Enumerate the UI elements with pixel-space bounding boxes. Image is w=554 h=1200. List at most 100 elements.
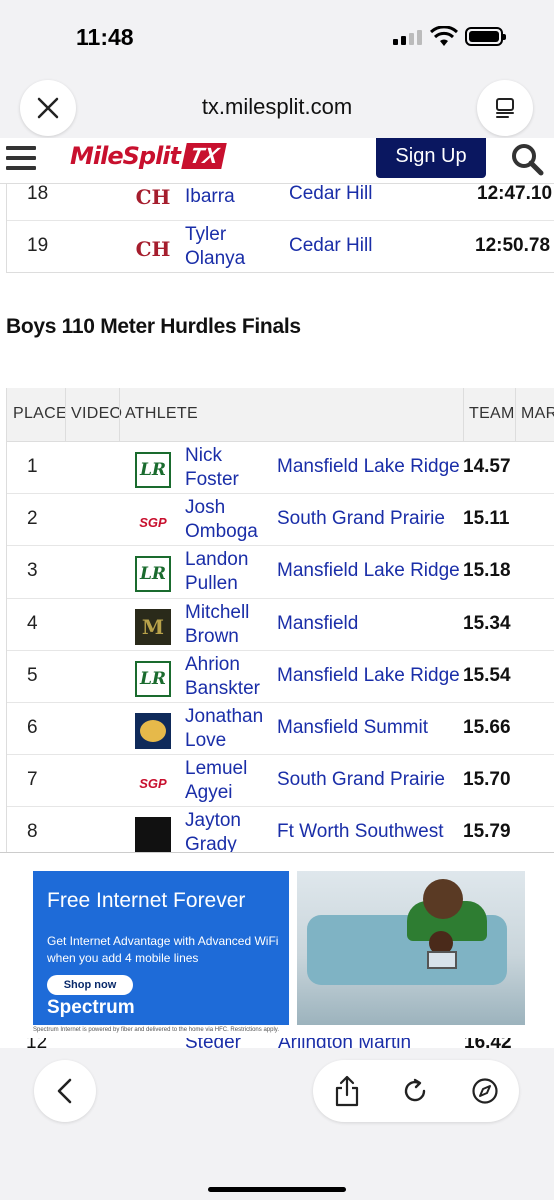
place-cell: 8 — [27, 821, 38, 843]
col-place[interactable]: PLACE — [13, 405, 67, 423]
milesplit-logo[interactable]: MileSplit TX — [70, 142, 227, 170]
team-link[interactable]: Mansfield — [277, 613, 358, 635]
team-link[interactable]: South Grand Prairie — [277, 769, 445, 791]
reload-button[interactable] — [397, 1073, 433, 1109]
event-title: Boys 110 Meter Hurdles Finals — [6, 315, 301, 338]
place-cell: 4 — [27, 612, 38, 634]
ad-footnote: Spectrum Internet is powered by fiber an… — [33, 1027, 280, 1033]
cellular-signal-icon — [393, 30, 422, 45]
share-button[interactable] — [329, 1073, 365, 1109]
athlete-link[interactable]: Jayton Grady — [185, 809, 241, 852]
status-time: 11:48 — [76, 24, 134, 50]
compass-button[interactable] — [467, 1073, 503, 1109]
table-row: 6 Jonathan Love Mansfield Summit 15.66 — [7, 703, 554, 756]
team-logo: CH — [135, 237, 171, 261]
ad-shop-now-button[interactable]: Shop now — [47, 975, 133, 995]
place-cell: 1 — [27, 456, 38, 477]
site-header: MileSplit TX Sign Up — [0, 138, 554, 184]
mark-cell: 12:47.10 — [477, 184, 553, 204]
back-icon — [57, 1078, 72, 1104]
team-link[interactable]: Mansfield Lake Ridge — [277, 560, 460, 582]
athlete-link[interactable]: Ibarra — [185, 185, 235, 209]
mark-cell: 15.54 — [463, 664, 511, 686]
status-bar: 11:48 — [0, 0, 554, 76]
team-logo — [135, 712, 171, 749]
team-logo: SGP — [135, 765, 171, 802]
team-logo: LR — [135, 452, 171, 488]
table-row: 19 CH Tyler Olanya Cedar Hill 12:50.78 — [7, 220, 554, 272]
place-cell: 5 — [27, 664, 38, 686]
athlete-link[interactable]: Landon Pullen — [185, 548, 248, 596]
ad-brand: Spectrum — [47, 997, 135, 1018]
browser-url-bar: tx.milesplit.com — [0, 76, 554, 138]
team-link[interactable]: Cedar Hill — [289, 184, 372, 205]
table-row: 3 LR Landon Pullen Mansfield Lake Ridge 15.18 — [7, 546, 554, 599]
battery-icon — [465, 27, 506, 46]
team-logo: CH — [135, 185, 171, 209]
place-cell: 3 — [27, 560, 38, 582]
logo-state-text: TX — [181, 143, 227, 169]
toolbar-actions — [313, 1060, 519, 1122]
tabs-button[interactable] — [477, 80, 533, 136]
home-indicator — [208, 1187, 346, 1192]
athlete-link[interactable]: Josh Omboga — [185, 496, 258, 544]
logo-main-text: MileSplit — [70, 142, 181, 170]
athlete-link[interactable]: Lemuel Agyei — [185, 757, 247, 805]
ad-photo[interactable] — [297, 871, 525, 1025]
mark-cell: 15.66 — [463, 716, 511, 738]
ad-subtext: Get Internet Advantage with Advanced WiF… — [47, 934, 279, 965]
results-table: PLACE VIDEO ATHLETE TEAM MAR 1 LR Nick Fost… — [6, 388, 554, 852]
ad-headline: Free Internet Forever — [47, 889, 246, 912]
table-row: 8 Jayton Grady Ft Worth Southwest 15.79 — [7, 807, 554, 852]
previous-results-table: 18 CH Ibarra Cedar Hill 12:47.10 19 CH T… — [6, 184, 554, 273]
mark-cell: 15.79 — [463, 821, 511, 843]
table-row: 7 SGP Lemuel Agyei South Grand Prairie 15.70 — [7, 755, 554, 808]
place-cell: 2 — [27, 508, 38, 530]
team-link[interactable]: Mansfield Summit — [277, 717, 428, 739]
share-icon — [335, 1075, 359, 1107]
mark-cell: 15.11 — [463, 508, 510, 530]
team-logo: M — [135, 608, 171, 645]
place-cell: 7 — [27, 769, 38, 791]
hamburger-icon[interactable] — [6, 146, 36, 176]
reload-icon — [404, 1078, 426, 1102]
tabs-icon — [496, 98, 514, 118]
athlete-link[interactable]: Mitchell Brown — [185, 601, 249, 649]
team-logo — [135, 817, 171, 852]
athlete-link[interactable]: Jonathan Love — [185, 705, 263, 753]
athlete-link[interactable]: Ahrion Banskter — [185, 653, 260, 701]
col-team[interactable]: TEAM — [469, 405, 515, 423]
wifi-icon — [430, 26, 458, 46]
table-row: 18 CH Ibarra Cedar Hill 12:47.10 — [7, 184, 554, 220]
mark-cell: 15.34 — [463, 612, 511, 634]
team-link[interactable]: Ft Worth Southwest — [277, 821, 444, 843]
ad-banner[interactable]: Free Internet Forever Get Internet Advan… — [33, 871, 289, 1025]
mark-cell: 14.57 — [463, 456, 511, 477]
table-row: 5 LR Ahrion Banskter Mansfield Lake Ridge 15.… — [7, 651, 554, 703]
team-logo: SGP — [135, 504, 171, 541]
col-athlete[interactable]: ATHLETE — [125, 405, 198, 423]
team-link[interactable]: Mansfield Lake Ridge — [277, 665, 460, 687]
athlete-link[interactable]: Nick Foster — [185, 444, 239, 492]
back-button[interactable] — [34, 1060, 96, 1122]
col-mark[interactable]: MAR — [521, 405, 554, 423]
team-link[interactable]: South Grand Prairie — [277, 508, 445, 530]
team-link[interactable]: Mansfield Lake Ridge — [277, 456, 460, 478]
search-icon[interactable] — [510, 142, 544, 176]
url-text[interactable]: tx.milesplit.com — [0, 94, 554, 120]
mark-cell: 12:50.78 — [475, 235, 551, 256]
col-video[interactable]: VIDEO — [71, 405, 122, 423]
place-cell: 6 — [27, 716, 38, 738]
advertisement[interactable]: Free Internet Forever Get Internet Advan… — [0, 852, 554, 1038]
page-content: 18 CH Ibarra Cedar Hill 12:47.10 19 CH T… — [0, 184, 554, 852]
athlete-link[interactable]: Tyler Olanya — [185, 223, 245, 271]
team-link[interactable]: Cedar Hill — [289, 235, 372, 257]
team-logo: LR — [135, 556, 171, 593]
mark-cell: 15.70 — [463, 769, 511, 791]
table-row: 1 LR Nick Foster Mansfield Lake Ridge 14.57 — [7, 442, 554, 495]
compass-icon — [472, 1078, 498, 1104]
place-cell: 18 — [27, 184, 49, 204]
signup-button[interactable]: Sign Up — [376, 138, 486, 178]
mark-cell: 15.18 — [463, 560, 511, 582]
browser-toolbar — [0, 1048, 554, 1200]
